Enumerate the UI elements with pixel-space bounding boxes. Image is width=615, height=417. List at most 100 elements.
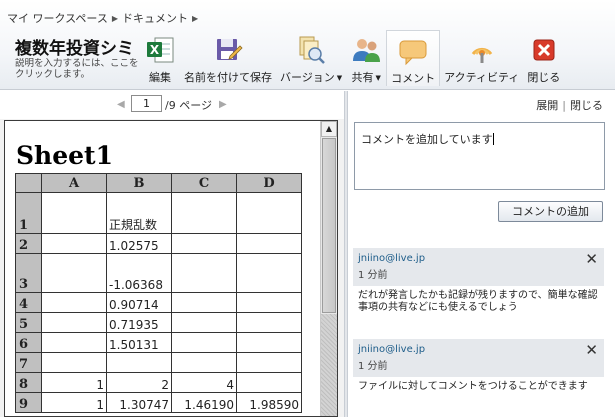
sheet-cell[interactable] <box>41 233 107 254</box>
comment-header: jniino@live.jp 1 分前 ✕ <box>353 339 604 377</box>
sheet-cell[interactable]: 1.50131 <box>106 332 172 353</box>
row-header: 6 <box>15 332 42 353</box>
sheet-cell[interactable]: 0.90714 <box>106 292 172 313</box>
version-button[interactable]: バージョン ▼ <box>276 30 346 86</box>
vertical-scrollbar[interactable]: ▲ <box>320 121 337 416</box>
sheet-cell[interactable] <box>41 352 107 373</box>
sheet-cell[interactable] <box>171 332 237 353</box>
sheet-cell[interactable] <box>106 352 172 373</box>
sheet-cell[interactable]: 2 <box>106 372 172 393</box>
scroll-up-icon[interactable]: ▲ <box>321 121 337 137</box>
comment-card: jniino@live.jp 1 分前 ✕ だれが発言したかも記録が残りますので… <box>353 248 604 318</box>
sheet-cell[interactable] <box>236 233 302 254</box>
sheet-cell[interactable]: 1.98590 <box>236 392 302 413</box>
sheet-cell[interactable] <box>171 192 237 234</box>
sheet-cell[interactable] <box>236 372 302 393</box>
sheet-cell[interactable]: -1.06368 <box>106 253 172 293</box>
collapse-link[interactable]: 閉じる <box>570 99 603 112</box>
share-icon <box>350 34 382 66</box>
comment-header: jniino@live.jp 1 分前 ✕ <box>353 248 604 286</box>
row-header: 8 <box>15 372 42 393</box>
activity-label: アクティビティ <box>444 71 520 84</box>
expand-collapse-links: 展開 | 閉じる <box>536 97 603 113</box>
table-row: 9 1 1.30747 1.46190 1.98590 <box>15 392 302 413</box>
next-page-icon[interactable]: ▶ <box>219 99 227 110</box>
version-label: バージョン ▼ <box>280 71 343 84</box>
version-icon <box>295 34 327 66</box>
comment-button[interactable]: コメント <box>386 30 441 86</box>
header: マイ ワークスペース ▶ ドキュメント ▶ 複数年投資シミ 説明を入力するには、ここを… <box>0 0 615 90</box>
comment-author[interactable]: jniino@live.jp <box>358 344 599 355</box>
breadcrumb-separator-icon: ▶ <box>192 14 199 23</box>
row-header: 9 <box>15 392 42 413</box>
table-row: 7 <box>15 352 302 373</box>
breadcrumb-documents[interactable]: ドキュメント <box>122 12 188 25</box>
divider: | <box>562 99 566 112</box>
scrollbar-track[interactable] <box>321 314 337 416</box>
comment-card: jniino@live.jp 1 分前 ✕ ファイルに対してコメントをつけること… <box>353 339 604 397</box>
comment-text: だれが発言したかも記録が残りますので、簡単な確認事項の共有などにも使えるでしょう <box>353 286 604 318</box>
document-title[interactable]: 複数年投資シミ <box>15 34 139 59</box>
svg-text:X: X <box>150 43 160 57</box>
scrollbar-thumb[interactable] <box>322 138 336 313</box>
row-header: 3 <box>15 253 42 293</box>
column-header-row: A B C D <box>15 173 302 193</box>
sheet-cell[interactable] <box>236 312 302 333</box>
sheet-cell[interactable] <box>236 292 302 313</box>
expand-link[interactable]: 展開 <box>536 99 558 112</box>
chevron-down-icon: ▼ <box>336 74 343 82</box>
previous-page-icon[interactable]: ◀ <box>117 99 125 110</box>
comment-input[interactable]: コメントを追加しています <box>354 122 605 190</box>
table-row: 5 0.71935 <box>15 312 302 333</box>
sheet-cell[interactable] <box>171 352 237 373</box>
sheet-cell[interactable]: 正規乱数 <box>106 192 172 234</box>
document-description[interactable]: 説明を入力するには、ここをクリックします。 <box>15 58 139 82</box>
table-row: 8124 <box>15 372 302 393</box>
sheet-cell[interactable] <box>41 253 107 293</box>
sheet-cell[interactable] <box>171 233 237 254</box>
sheet-cell[interactable] <box>171 253 237 293</box>
comment-author[interactable]: jniino@live.jp <box>358 253 599 264</box>
excel-icon: X <box>144 34 176 66</box>
page-total: /9 ページ <box>165 99 212 112</box>
sheet-cell[interactable]: 4 <box>171 372 237 393</box>
save-as-button[interactable]: 名前を付けて保存 <box>180 30 276 86</box>
sheet-cell[interactable] <box>41 312 107 333</box>
delete-comment-icon[interactable]: ✕ <box>585 341 598 359</box>
sheet-cell[interactable] <box>171 312 237 333</box>
edit-button[interactable]: X 編集 <box>140 30 180 86</box>
share-button[interactable]: 共有 ▼ <box>346 30 386 86</box>
sheet-cell[interactable]: 1.30747 <box>106 392 172 413</box>
sheet-body: 1 正規乱数 2 1.02575 3 -1.06368 4 0.90714 5 0.71935 6 1… <box>15 192 302 413</box>
sheet-cell[interactable] <box>236 332 302 353</box>
table-row: 6 1.50131 <box>15 332 302 353</box>
sheet-cell[interactable] <box>171 292 237 313</box>
chevron-down-icon: ▼ <box>375 74 381 82</box>
row-header: 7 <box>15 352 42 373</box>
page-number-input[interactable]: 1 <box>131 95 162 112</box>
activity-button[interactable]: アクティビティ <box>440 30 523 86</box>
sheet-cell[interactable] <box>236 192 302 234</box>
corner-cell <box>15 173 42 193</box>
sheet-cell[interactable] <box>236 253 302 293</box>
comment-text: ファイルに対してコメントをつけることができます <box>353 377 604 397</box>
sheet-cell[interactable] <box>236 352 302 373</box>
table-row: 3 -1.06368 <box>15 253 302 293</box>
sheet-cell[interactable] <box>41 292 107 313</box>
sheet-cell[interactable]: 1 <box>41 372 107 393</box>
close-icon <box>528 34 560 66</box>
sheet-cell[interactable]: 0.71935 <box>106 312 172 333</box>
sheet-cell[interactable]: 1.46190 <box>171 392 237 413</box>
table-row: 4 0.90714 <box>15 292 302 313</box>
sheet-cell[interactable]: 1.02575 <box>106 233 172 254</box>
delete-comment-icon[interactable]: ✕ <box>585 250 598 268</box>
breadcrumb-workspace[interactable]: マイ ワークスペース <box>7 12 108 25</box>
sheet-cell[interactable] <box>41 332 107 353</box>
sheet-cell[interactable] <box>41 192 107 234</box>
close-button[interactable]: 閉じる <box>523 30 564 86</box>
column-header: B <box>106 173 172 193</box>
share-label: 共有 ▼ <box>351 71 381 84</box>
add-comment-button[interactable]: コメントの追加 <box>498 201 603 222</box>
sheet-cell[interactable]: 1 <box>41 392 107 413</box>
comment-label: コメント <box>391 72 436 85</box>
